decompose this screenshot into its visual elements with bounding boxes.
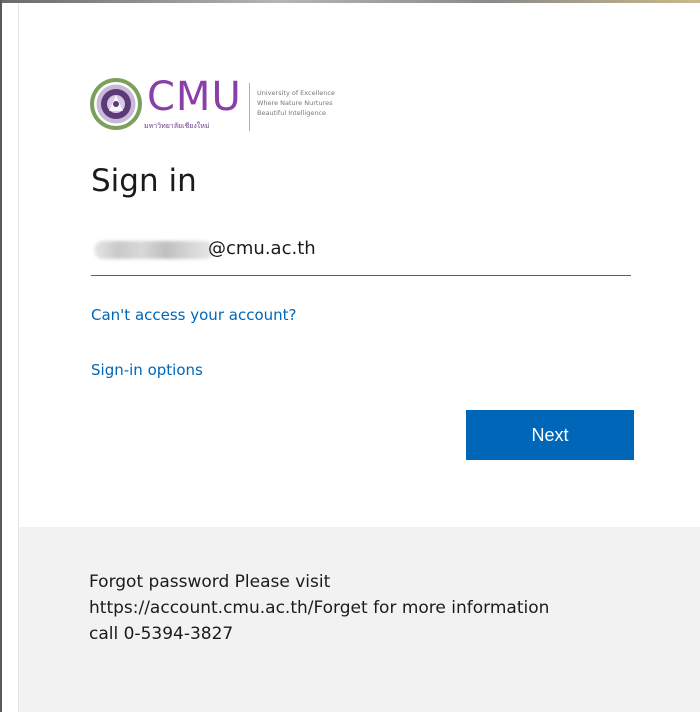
page-title: Sign in [91, 163, 197, 199]
window-left-edge [0, 0, 2, 712]
logo-tagline: University of Excellence Where Nature Nu… [257, 88, 335, 118]
cmu-thai-name: มหาวิทยาลัยเชียงใหม่ [144, 122, 210, 130]
login-window: CMU มหาวิทยาลัยเชียงใหม่ University of E… [0, 0, 700, 712]
redacted-username [94, 241, 214, 259]
logo-divider [249, 83, 250, 131]
footer-banner: Forgot password Please visit https://acc… [19, 527, 700, 712]
cmu-seal-icon [90, 78, 142, 130]
next-button[interactable]: Next [466, 410, 634, 460]
email-field[interactable]: @cmu.ac.th [91, 235, 631, 276]
signin-card: CMU มหาวิทยาลัยเชียงใหม่ University of E… [18, 3, 700, 712]
cmu-wordmark: CMU [147, 74, 242, 120]
email-domain: @cmu.ac.th [208, 238, 316, 259]
cmu-logo: CMU มหาวิทยาลัยเชียงใหม่ University of E… [89, 74, 349, 137]
signin-options-link[interactable]: Sign-in options [91, 361, 203, 379]
tagline-line: Beautiful Intelligence [257, 109, 327, 117]
footer-text: Forgot password Please visit https://acc… [89, 572, 550, 644]
tagline-line: University of Excellence [257, 89, 335, 97]
tagline-line: Where Nature Nurtures [257, 99, 333, 107]
cant-access-account-link[interactable]: Can't access your account? [91, 306, 296, 324]
